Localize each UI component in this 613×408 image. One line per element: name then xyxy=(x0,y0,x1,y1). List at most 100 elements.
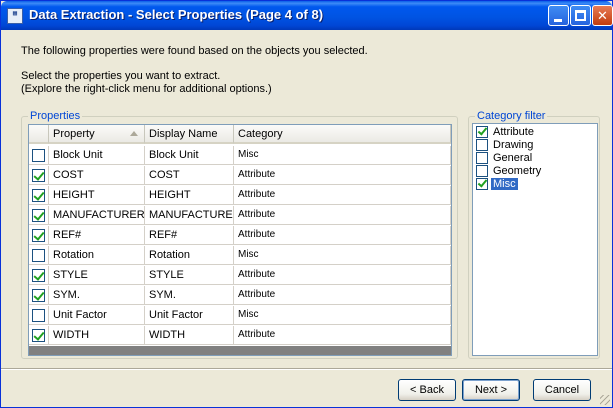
display-name-cell[interactable]: WIDTH xyxy=(145,326,234,345)
property-cell: Block Unit xyxy=(49,146,145,165)
display-name-cell[interactable]: REF# xyxy=(145,226,234,245)
category-checkbox[interactable] xyxy=(476,139,488,151)
display-name-cell[interactable]: Unit Factor xyxy=(145,306,234,325)
table-row[interactable]: REF# REF# Attribute xyxy=(29,226,451,245)
table-row[interactable]: Rotation Rotation Misc xyxy=(29,246,451,265)
row-checkbox[interactable] xyxy=(32,229,45,242)
column-header-display-name[interactable]: Display Name xyxy=(145,125,234,144)
display-name-cell[interactable]: MANUFACTURER xyxy=(145,206,234,225)
row-checkbox[interactable] xyxy=(32,289,45,302)
minimize-icon xyxy=(554,19,562,22)
properties-grid[interactable]: Property Display Name Category Block Uni… xyxy=(28,124,452,356)
category-cell: Attribute xyxy=(234,266,451,285)
table-row[interactable]: Block Unit Block Unit Misc xyxy=(29,146,451,165)
row-check-cell xyxy=(29,266,49,285)
property-cell: SYM. xyxy=(49,286,145,305)
category-cell: Misc xyxy=(234,306,451,325)
close-button[interactable]: ✕ xyxy=(592,5,613,26)
display-name-cell[interactable]: Block Unit xyxy=(145,146,234,165)
next-button[interactable]: Next > xyxy=(462,379,520,401)
display-name-cell[interactable]: COST xyxy=(145,166,234,185)
column-header-check[interactable] xyxy=(29,125,49,144)
close-icon: ✕ xyxy=(597,8,608,23)
table-row[interactable]: STYLE STYLE Attribute xyxy=(29,266,451,285)
column-header-property-label: Property xyxy=(53,128,95,140)
data-extraction-dialog: ▦ Data Extraction - Select Properties (P… xyxy=(0,0,613,408)
row-check-cell xyxy=(29,306,49,325)
display-name-cell[interactable]: STYLE xyxy=(145,266,234,285)
display-name-cell[interactable]: HEIGHT xyxy=(145,186,234,205)
table-row[interactable]: Unit Factor Unit Factor Misc xyxy=(29,306,451,325)
column-header-category-label: Category xyxy=(238,128,283,140)
row-check-cell xyxy=(29,246,49,265)
property-cell: REF# xyxy=(49,226,145,245)
row-checkbox[interactable] xyxy=(32,309,45,322)
sort-ascending-icon xyxy=(130,131,138,136)
category-checkbox[interactable] xyxy=(476,178,488,190)
category-filter-item[interactable]: Attribute xyxy=(475,126,595,139)
table-row[interactable]: WIDTH WIDTH Attribute xyxy=(29,326,451,345)
row-check-cell xyxy=(29,206,49,225)
row-check-cell xyxy=(29,166,49,185)
row-checkbox[interactable] xyxy=(32,209,45,222)
cancel-button[interactable]: Cancel xyxy=(533,379,591,401)
row-checkbox[interactable] xyxy=(32,149,45,162)
category-filter-list[interactable]: Attribute Drawing General Geometry Misc xyxy=(472,123,598,356)
intro-text: The following properties were found base… xyxy=(21,45,368,57)
property-cell: STYLE xyxy=(49,266,145,285)
row-check-cell xyxy=(29,326,49,345)
category-cell: Attribute xyxy=(234,186,451,205)
properties-group-label: Properties xyxy=(28,110,83,122)
category-filter-group: Category filter Attribute Drawing General G… xyxy=(468,110,600,359)
category-cell: Attribute xyxy=(234,166,451,185)
maximize-button[interactable] xyxy=(570,5,591,26)
category-filter-label: Misc xyxy=(491,178,518,190)
column-header-category[interactable]: Category xyxy=(234,125,451,144)
minimize-button[interactable] xyxy=(548,5,569,26)
table-row[interactable]: HEIGHT HEIGHT Attribute xyxy=(29,186,451,205)
category-filter-item[interactable]: Drawing xyxy=(475,139,595,152)
category-checkbox[interactable] xyxy=(476,126,488,138)
table-row[interactable]: MANUFACTURER MANUFACTURER Attribute xyxy=(29,206,451,225)
row-checkbox[interactable] xyxy=(32,329,45,342)
properties-group: Properties Property Display Name Categor… xyxy=(21,110,458,359)
button-separator xyxy=(1,368,612,370)
instruction-text: Select the properties you want to extrac… xyxy=(21,70,221,82)
property-cell: Rotation xyxy=(49,246,145,265)
category-filter-item[interactable]: Misc xyxy=(475,178,595,191)
column-header-display-name-label: Display Name xyxy=(149,128,218,140)
row-checkbox[interactable] xyxy=(32,189,45,202)
properties-grid-body: Property Display Name Category Block Uni… xyxy=(29,125,451,346)
window-title: Data Extraction - Select Properties (Pag… xyxy=(29,7,324,22)
category-cell: Attribute xyxy=(234,326,451,345)
title-bar[interactable]: ▦ Data Extraction - Select Properties (P… xyxy=(1,1,613,30)
row-check-cell xyxy=(29,186,49,205)
row-checkbox[interactable] xyxy=(32,249,45,262)
property-cell: COST xyxy=(49,166,145,185)
category-checkbox[interactable] xyxy=(476,165,488,177)
data-extraction-app-icon[interactable]: ▦ xyxy=(7,8,23,24)
row-checkbox[interactable] xyxy=(32,269,45,282)
category-filter-group-label: Category filter xyxy=(475,110,548,122)
table-row[interactable]: COST COST Attribute xyxy=(29,166,451,185)
row-check-cell xyxy=(29,286,49,305)
category-filter-item[interactable]: General xyxy=(475,152,595,165)
table-row[interactable]: SYM. SYM. Attribute xyxy=(29,286,451,305)
row-checkbox[interactable] xyxy=(32,169,45,182)
column-header-property[interactable]: Property xyxy=(49,125,145,144)
resize-grip-icon[interactable] xyxy=(600,395,610,405)
category-filter-item[interactable]: Geometry xyxy=(475,165,595,178)
category-cell: Misc xyxy=(234,146,451,165)
maximize-icon xyxy=(575,10,586,21)
row-check-cell xyxy=(29,226,49,245)
display-name-cell[interactable]: Rotation xyxy=(145,246,234,265)
display-name-cell[interactable]: SYM. xyxy=(145,286,234,305)
category-filter-label: Drawing xyxy=(493,139,534,151)
property-cell: MANUFACTURER xyxy=(49,206,145,225)
property-cell: WIDTH xyxy=(49,326,145,345)
back-button[interactable]: < Back xyxy=(398,379,456,401)
category-cell: Attribute xyxy=(234,286,451,305)
category-cell: Attribute xyxy=(234,226,451,245)
category-checkbox[interactable] xyxy=(476,152,488,164)
category-filter-label: General xyxy=(493,152,533,164)
